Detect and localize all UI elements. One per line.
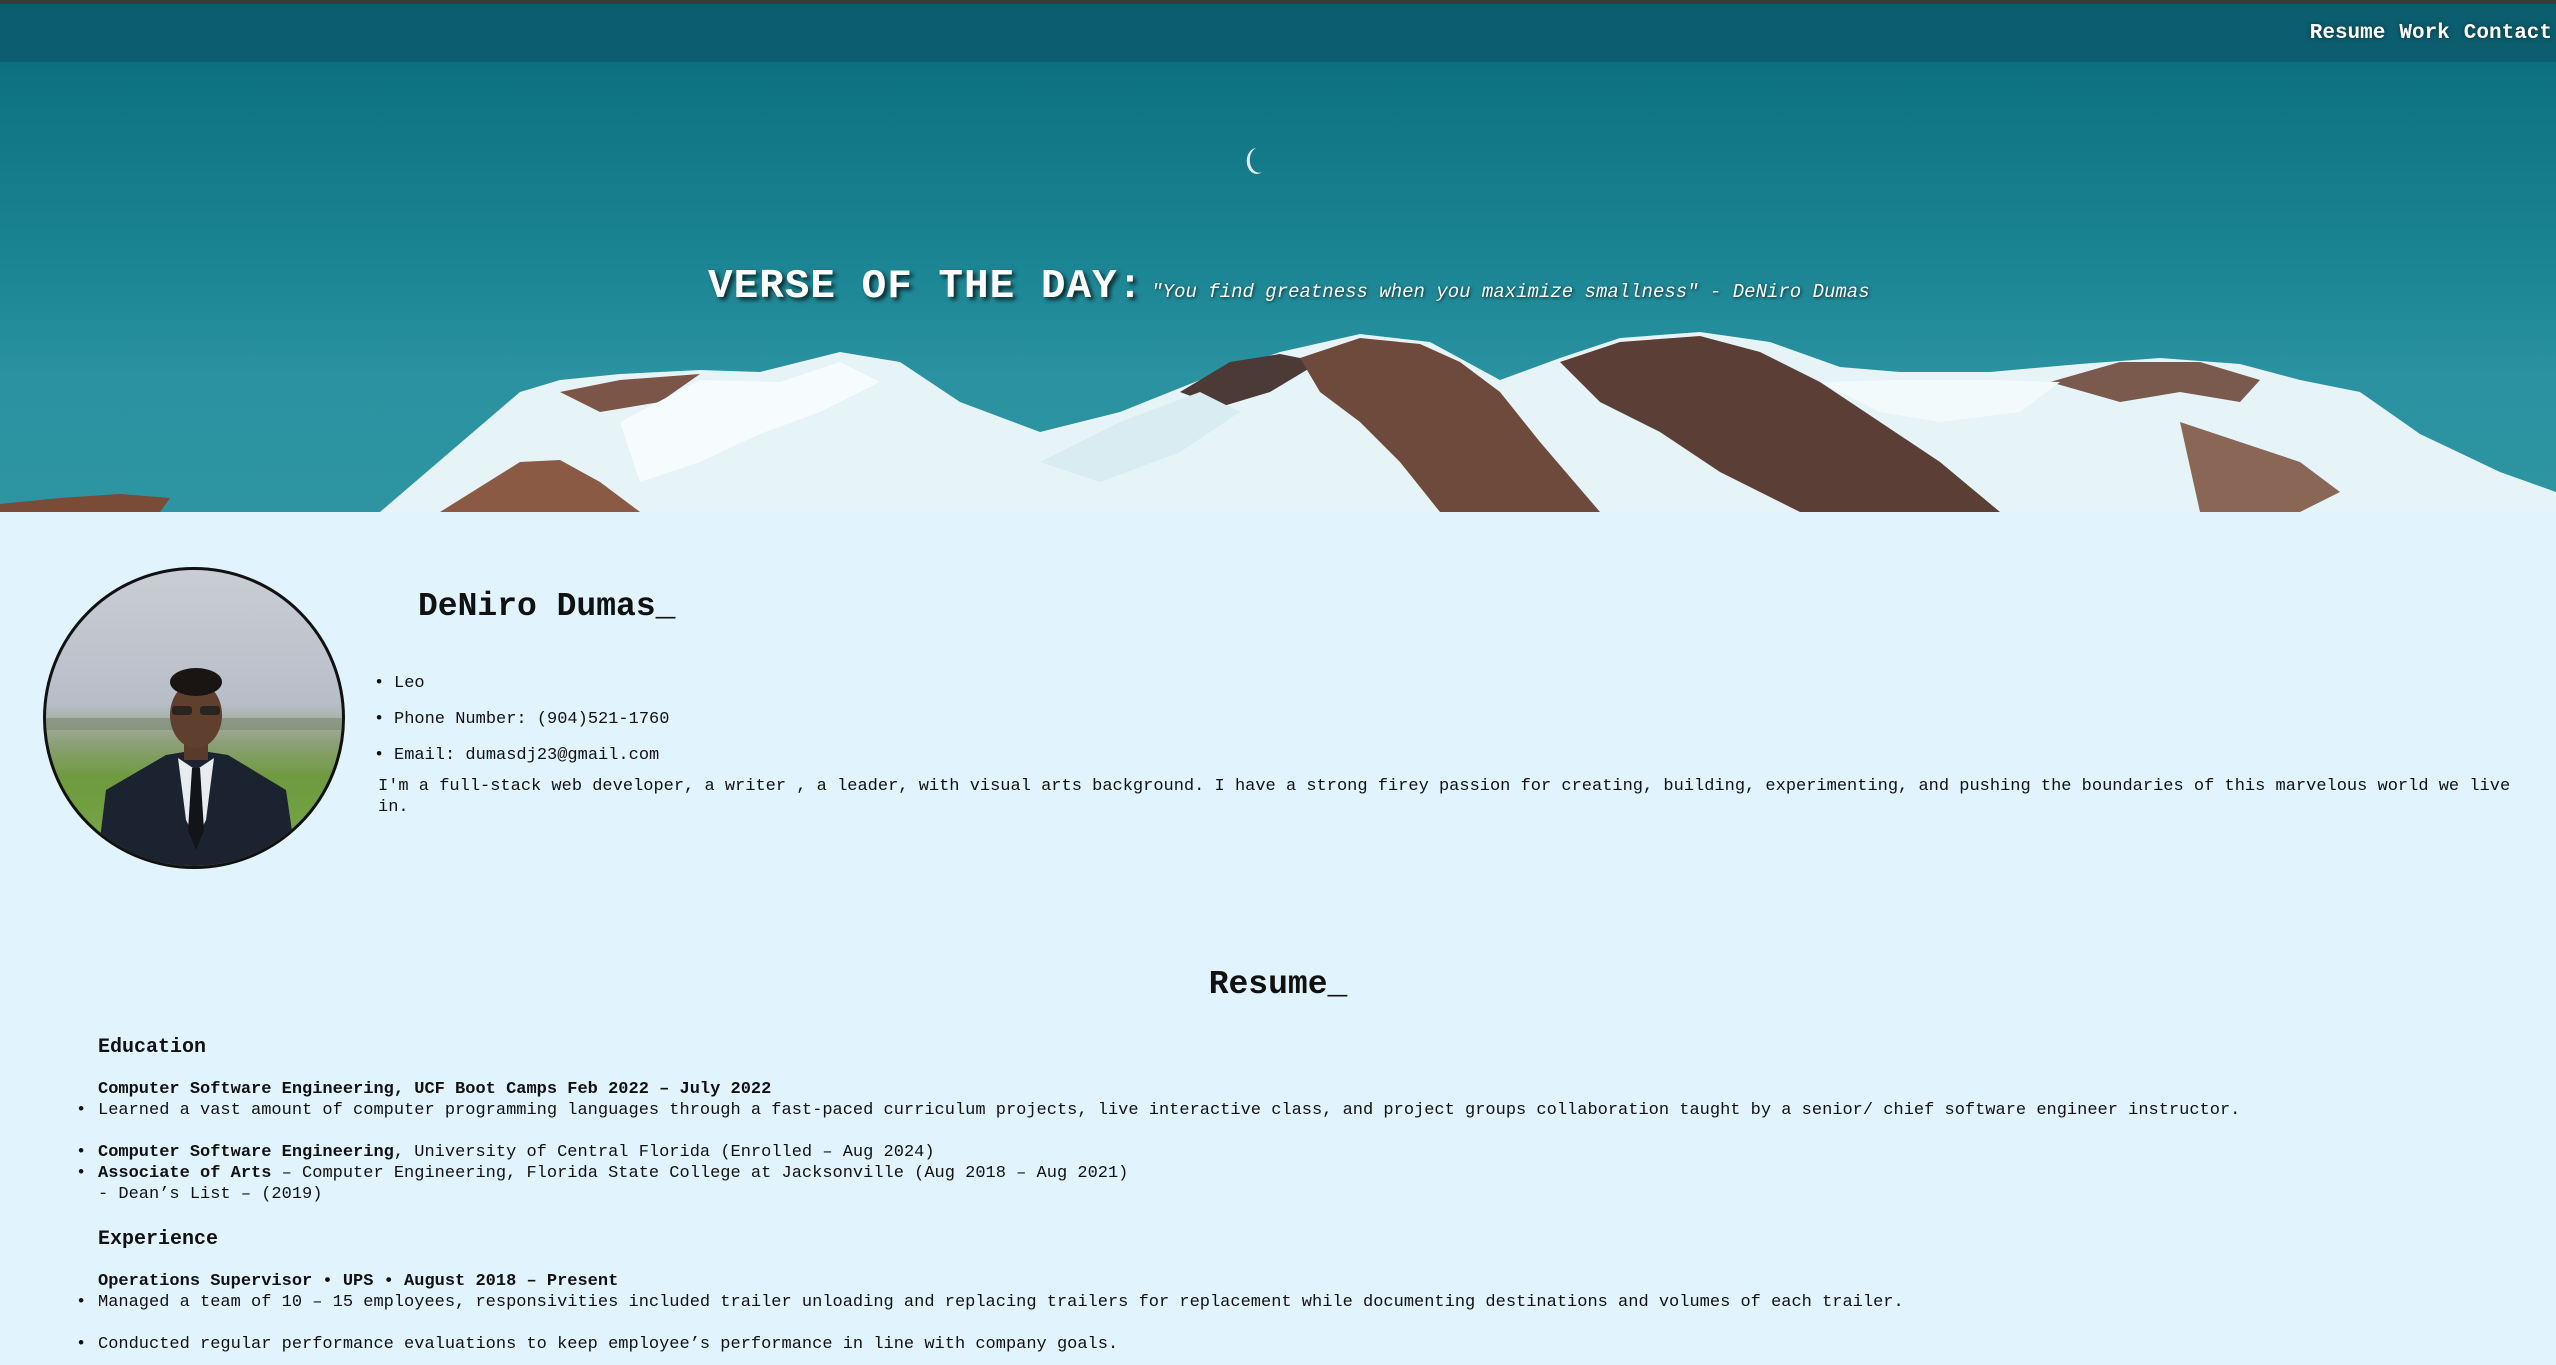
nav-link-contact[interactable]: Contact: [2464, 22, 2552, 45]
profile-bio: I'm a full-stack web developer, a writer…: [378, 777, 2511, 817]
profile-name: DeNiro Dumas_: [418, 588, 676, 625]
fscj-details: – Computer Engineering, Florida State Co…: [271, 1164, 1129, 1183]
experience-heading: Experience: [98, 1228, 219, 1251]
moon-icon: [1246, 148, 1262, 174]
verse-label: VERSE OF THE DAY:: [708, 264, 1144, 310]
experience-bullet-1: Managed a team of 10 – 15 employees, res…: [98, 1293, 1904, 1312]
verse-of-the-day: VERSE OF THE DAY: "You find greatness wh…: [708, 264, 1870, 310]
fscj-degree: Associate of Arts: [98, 1164, 272, 1183]
bootcamp-description: Learned a vast amount of computer progra…: [98, 1101, 2241, 1120]
education-heading: Education: [98, 1036, 207, 1059]
list-item: • Associate of Arts – Computer Engineerin…: [76, 1164, 1129, 1183]
profile-sign: Leo: [374, 666, 669, 702]
experience-bullet-2: Conducted regular performance evaluation…: [98, 1335, 1119, 1354]
nav-link-resume[interactable]: Resume: [2310, 22, 2386, 45]
nav-links: Resume Work Contact: [2310, 22, 2552, 45]
profile-avatar: [43, 567, 345, 869]
profile-info-list: Leo Phone Number: (904)521-1760 Email: d…: [374, 666, 669, 774]
job-title: Operations Supervisor • UPS • August 201…: [98, 1272, 619, 1291]
deans-list: - Dean’s List – (2019): [98, 1185, 323, 1204]
list-item: • Conducted regular performance evaluatio…: [76, 1335, 1119, 1354]
verse-quote: "You find greatness when you maximize sm…: [1151, 281, 1870, 303]
hero-banner: VERSE OF THE DAY: "You find greatness wh…: [0, 62, 2556, 512]
top-nav-bar: Resume Work Contact: [0, 0, 2556, 62]
list-item: • Managed a team of 10 – 15 employees, re…: [76, 1293, 1904, 1312]
ucf-degree: Computer Software Engineering: [98, 1143, 394, 1162]
resume-heading: Resume_: [1208, 966, 1348, 1003]
profile-photo: [46, 668, 342, 866]
ucf-details: , University of Central Florida (Enrolle…: [393, 1143, 935, 1162]
bootcamp-title: Computer Software Engineering, UCF Boot …: [98, 1080, 772, 1099]
list-item: • Learned a vast amount of computer progr…: [76, 1101, 2241, 1120]
profile-email: Email: dumasdj23@gmail.com: [374, 738, 669, 774]
list-item: • Computer Software Engineering, Universi…: [76, 1143, 935, 1162]
nav-link-work[interactable]: Work: [2399, 22, 2449, 45]
profile-phone: Phone Number: (904)521-1760: [374, 702, 669, 738]
